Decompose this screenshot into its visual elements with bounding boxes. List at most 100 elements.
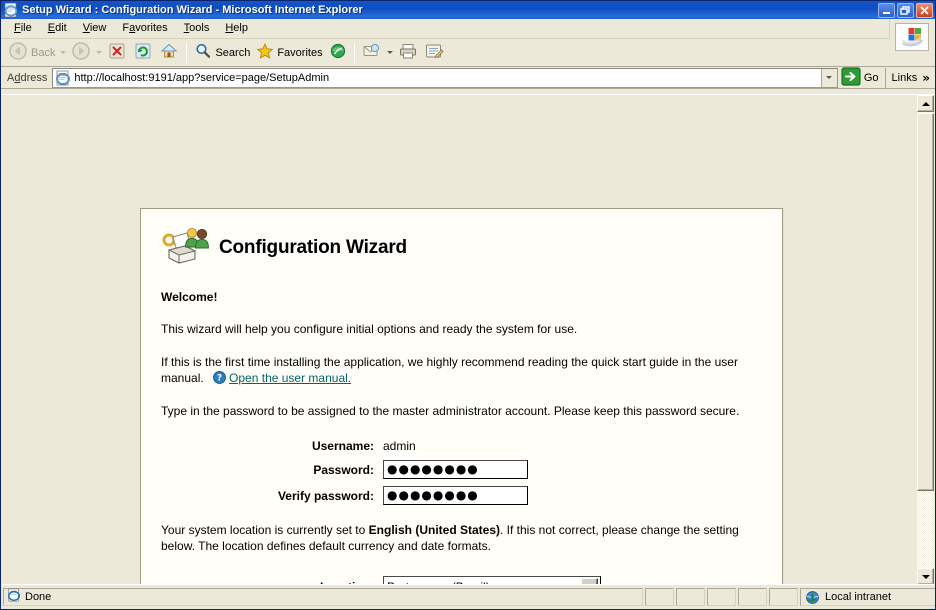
verify-password-label: Verify password: [277, 488, 374, 503]
location-text-before: Your system location is currently set to [161, 523, 369, 537]
verify-password-row: Verify password: ●●●●●●●● [161, 486, 762, 505]
ie-page-icon [7, 588, 21, 605]
window-controls [878, 2, 933, 18]
scrollbar-thumb[interactable] [917, 113, 934, 491]
forward-button[interactable] [68, 41, 94, 65]
help-question-icon: ? [213, 371, 226, 384]
restore-button[interactable] [897, 2, 914, 18]
admin-credentials-form: Username: admin Password: ●●●●●●●● Verif… [161, 439, 762, 505]
star-icon [256, 42, 274, 63]
links-chevron-icon: » [922, 70, 930, 85]
page-canvas: Configuration Wizard Welcome! This wizar… [2, 95, 913, 584]
scroll-down-button[interactable] [917, 568, 934, 584]
vertical-scrollbar[interactable] [917, 95, 934, 584]
status-text: Done [25, 590, 52, 603]
links-label: Links [891, 71, 918, 84]
refresh-icon [133, 41, 153, 64]
go-arrow-icon [841, 66, 861, 89]
location-row: Location: Portuguese (Brazil) [161, 576, 762, 584]
media-button[interactable] [326, 41, 350, 65]
edit-page-icon [424, 42, 444, 63]
password-input[interactable]: ●●●●●●●● [383, 460, 528, 479]
home-button[interactable] [156, 41, 182, 65]
configuration-wizard-panel: Configuration Wizard Welcome! This wizar… [140, 208, 783, 584]
address-input[interactable]: http://localhost:9191/app?service=page/S… [52, 67, 838, 88]
magnifier-icon [194, 42, 212, 63]
mail-button[interactable] [359, 41, 385, 65]
mail-icon [362, 42, 382, 63]
menu-item-help[interactable]: Help [217, 20, 256, 37]
security-zone[interactable]: Local intranet [800, 587, 935, 608]
favorites-button[interactable]: Favorites [253, 41, 325, 65]
current-location-value: English (United States) [368, 523, 500, 537]
go-button[interactable]: Go [838, 66, 885, 89]
status-bar: Done Local intranet [2, 584, 935, 608]
search-button[interactable]: Search [191, 41, 253, 65]
favorites-label: Favorites [277, 46, 323, 59]
back-label: Back [31, 46, 56, 59]
forward-history-chevron-down-icon[interactable] [96, 51, 103, 54]
verify-password-input[interactable]: ●●●●●●●● [383, 486, 528, 505]
browser-viewport: Configuration Wizard Welcome! This wizar… [2, 94, 935, 584]
links-button[interactable]: Links » [884, 67, 935, 88]
menu-item-tools[interactable]: Tools [176, 20, 218, 37]
location-paragraph: Your system location is currently set to… [161, 522, 762, 554]
forward-arrow-icon [71, 41, 91, 64]
back-history-chevron-down-icon[interactable] [60, 51, 67, 54]
stop-button[interactable] [104, 41, 130, 65]
location-select[interactable]: Portuguese (Brazil) [383, 576, 601, 584]
svg-text:?: ? [217, 374, 222, 384]
password-label: Password: [313, 462, 374, 477]
menu-item-file[interactable]: File [6, 20, 40, 37]
ie-document-icon [4, 2, 18, 18]
back-button[interactable]: Back [5, 41, 58, 65]
back-arrow-icon [8, 41, 28, 64]
status-message: Done [3, 587, 643, 606]
ie-page-icon [55, 70, 71, 86]
triangle-down-icon [921, 574, 930, 579]
address-value[interactable]: http://localhost:9191/app?service=page/S… [74, 72, 820, 84]
address-label: Address [7, 71, 48, 84]
first-time-paragraph: If this is the first time installing the… [161, 354, 762, 386]
welcome-heading: Welcome! [161, 290, 218, 304]
chevron-down-glyph [826, 76, 833, 79]
status-segment-5 [769, 587, 798, 606]
page-title: Configuration Wizard [219, 236, 407, 258]
ie-window: Setup Wizard : Configuration Wizard - Mi… [0, 0, 936, 610]
stop-icon [107, 41, 127, 64]
ie-logo-icon [895, 23, 929, 51]
title-bar[interactable]: Setup Wizard : Configuration Wizard - Mi… [1, 1, 935, 19]
username-value: admin [383, 439, 416, 453]
mail-chevron-down-icon[interactable] [386, 51, 393, 54]
print-button[interactable] [395, 41, 421, 65]
toolbar-separator [186, 42, 188, 63]
username-label: Username: [311, 439, 374, 453]
password-instructions: Type in the password to be assigned to t… [161, 404, 740, 418]
media-icon [329, 42, 347, 63]
printer-icon [398, 42, 418, 63]
refresh-button[interactable] [130, 41, 156, 65]
home-icon [159, 41, 179, 64]
menu-item-edit[interactable]: Edit [40, 20, 75, 37]
open-user-manual-link[interactable]: Open the user manual. [229, 371, 351, 385]
minimize-button[interactable] [878, 2, 895, 18]
search-label: Search [215, 46, 251, 59]
globe-icon [805, 590, 820, 608]
address-chevron-down-icon[interactable] [820, 68, 837, 87]
wizard-header: Configuration Wizard [161, 221, 762, 274]
status-segment-4 [738, 587, 767, 606]
username-row: Username: admin [161, 439, 762, 453]
menu-item-view[interactable]: View [75, 20, 115, 37]
status-segment-2 [676, 587, 705, 606]
close-button[interactable] [916, 2, 933, 18]
zone-label: Local intranet [825, 590, 892, 603]
status-segment-1 [645, 587, 674, 606]
go-label: Go [863, 71, 879, 84]
menu-bar: File Edit View Favorites Tools Help [1, 19, 935, 39]
password-row: Password: ●●●●●●●● [161, 460, 762, 479]
triangle-up-icon [921, 101, 930, 106]
menu-item-favorites[interactable]: Favorites [114, 20, 175, 37]
edit-page-button[interactable] [421, 41, 447, 65]
status-segment-3 [707, 587, 736, 606]
scroll-up-button[interactable] [917, 95, 934, 112]
